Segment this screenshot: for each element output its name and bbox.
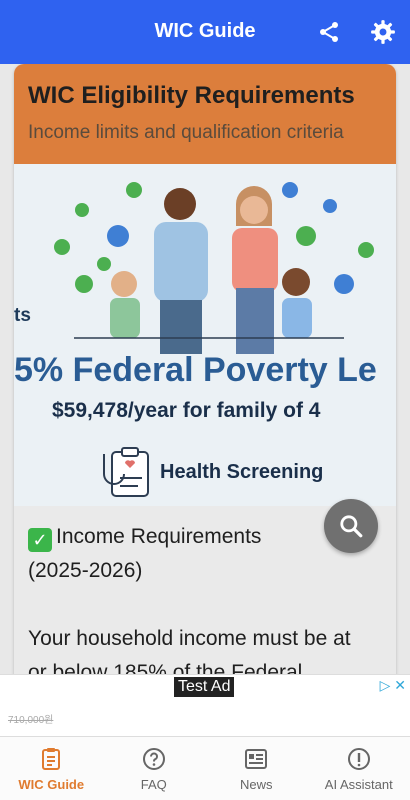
document-icon bbox=[42, 748, 61, 770]
hero-headline: 5% Federal Poverty Le bbox=[14, 351, 377, 389]
income-section: ✓ Income Requirements (2025-2026) Your ho… bbox=[28, 520, 368, 674]
ad-price: 710,000원 bbox=[8, 715, 54, 726]
card-subtitle: Income limits and qualification criteria bbox=[28, 122, 344, 143]
hero-screening-label: Health Screening bbox=[160, 461, 324, 483]
ad-choices-icon[interactable]: ▷ ✕ bbox=[380, 677, 406, 694]
nav-label-ai-assistant: AI Assistant bbox=[324, 777, 393, 792]
nav-item-ai-assistant[interactable]: AI Assistant bbox=[308, 737, 410, 800]
share-icon bbox=[320, 22, 338, 42]
family-illustration bbox=[54, 182, 374, 354]
nav-item-faq[interactable]: FAQ bbox=[103, 737, 206, 800]
info-icon bbox=[347, 748, 370, 770]
nav-label-faq: FAQ bbox=[140, 777, 167, 792]
app-bar: WIC Guide bbox=[0, 0, 410, 64]
nav-label-news: News bbox=[239, 777, 273, 792]
settings-button[interactable] bbox=[369, 18, 397, 46]
hero-image: ts 5% Federal Poverty Le $59,478/year fo… bbox=[14, 164, 396, 506]
card-header: WIC Eligibility Requirements Income limi… bbox=[14, 64, 396, 164]
gear-icon bbox=[371, 20, 395, 44]
news-icon bbox=[245, 749, 268, 769]
app-title: WIC Guide bbox=[154, 20, 256, 42]
clipboard-icon bbox=[103, 447, 149, 497]
card-title: WIC Eligibility Requirements bbox=[28, 82, 355, 109]
help-icon bbox=[142, 748, 165, 770]
income-paragraph: Your household income must be at or belo… bbox=[28, 627, 351, 674]
bottom-nav: WIC Guide FAQ News AI Assistant bbox=[0, 736, 410, 800]
check-icon: ✓ bbox=[28, 528, 52, 552]
income-heading: Income Requirements bbox=[56, 525, 262, 548]
income-years: (2025-2026) bbox=[28, 559, 143, 582]
ad-label: Test Ad bbox=[174, 677, 235, 697]
nav-item-news[interactable]: News bbox=[205, 737, 308, 800]
main-content[interactable]: WIC Eligibility Requirements Income limi… bbox=[0, 64, 410, 674]
hero-side-text: ts bbox=[14, 305, 31, 326]
ad-banner[interactable]: Test Ad 710,000원 ▷ ✕ bbox=[0, 674, 410, 736]
search-icon bbox=[340, 515, 363, 538]
nav-item-wic-guide[interactable]: WIC Guide bbox=[0, 737, 103, 800]
share-button[interactable] bbox=[315, 18, 343, 46]
income-heading-row: ✓ Income Requirements bbox=[28, 520, 368, 554]
eligibility-card: WIC Eligibility Requirements Income limi… bbox=[14, 64, 396, 674]
hero-income-limit: $59,478/year for family of 4 bbox=[52, 399, 321, 422]
nav-label-wic-guide: WIC Guide bbox=[18, 777, 85, 792]
search-button[interactable] bbox=[324, 499, 378, 553]
